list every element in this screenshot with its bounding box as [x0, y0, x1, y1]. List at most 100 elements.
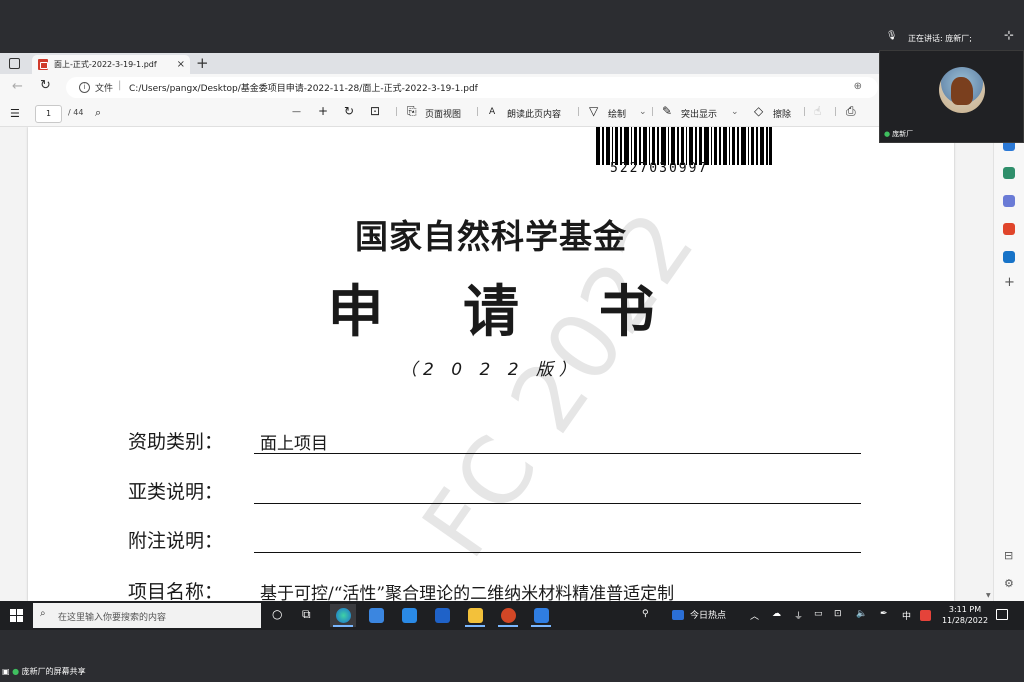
draw-button[interactable]: 绘制 [608, 107, 626, 120]
print-icon[interactable]: ⎙ [846, 104, 856, 119]
chevron-up-icon[interactable]: ︿ [750, 609, 759, 622]
vertical-scrollbar[interactable]: ▼ [985, 127, 993, 601]
video-tile[interactable]: ● 庞新厂 [879, 50, 1024, 143]
scroll-down-arrow-icon[interactable]: ▼ [986, 592, 991, 599]
outlook-icon[interactable] [1003, 251, 1015, 263]
speaker-status-text: 正在讲话: 庞新厂; [908, 34, 972, 43]
url-text[interactable]: C:/Users/pangx/Desktop/基金委项目申请-2022-11-2… [129, 81, 478, 94]
info-icon[interactable]: i [79, 82, 90, 93]
reload-icon[interactable]: ↻ [40, 78, 51, 93]
taskbar-app-meeting[interactable] [528, 604, 554, 627]
pdf-page: 5227030997 FC 2022 国家自然科学基金 申 请 书 （2 0 2… [28, 127, 954, 601]
windows-taskbar: ⌕ 在这里输入你要搜索的内容 ○ ⧉ ⚲ 今日热点 ︿ ☁ ⏚ ▭ ⊡ 🔈 ✒ … [0, 601, 1024, 630]
add-icon[interactable]: + [1004, 275, 1015, 290]
page-total: / 44 [68, 108, 84, 117]
zoom-in-button[interactable]: + [318, 104, 328, 118]
ime-indicator[interactable]: 中 [902, 609, 911, 622]
page-number-input[interactable]: 1 [35, 105, 62, 123]
taskbar-app-edge[interactable] [330, 604, 356, 627]
field-value-project-name: 基于可控/“活性”聚合理论的二维纳米材料精准普适定制 [260, 584, 675, 601]
toolbar-divider: | [834, 107, 838, 117]
cortana-icon[interactable]: ○ [272, 607, 282, 621]
chevron-down-icon[interactable]: ⌄ [639, 107, 647, 117]
read-aloud-icon[interactable]: A [489, 107, 495, 117]
edge-icon [336, 608, 351, 623]
pen-icon[interactable]: ✒ [880, 609, 888, 619]
mail-icon [402, 608, 417, 623]
draw-icon[interactable]: ▽ [589, 104, 598, 118]
address-bar: ← ↻ i 文件 | C:/Users/pangx/Desktop/基金委项目申… [0, 74, 1024, 101]
taskbar-app-store[interactable] [363, 604, 389, 627]
field-label-funding-type: 资助类别： [128, 431, 224, 453]
back-arrow-icon[interactable]: ← [12, 79, 23, 94]
eraser-icon[interactable]: ◇ [754, 104, 763, 118]
speaker-avatar-icon: 🎙 [886, 31, 898, 41]
people-icon[interactable]: ⚲ [642, 609, 649, 619]
url-prefix: 文件 [95, 84, 114, 94]
pdf-viewer[interactable]: 5227030997 FC 2022 国家自然科学基金 申 请 书 （2 0 2… [0, 127, 993, 601]
touch-icon[interactable]: ☝ [814, 104, 821, 118]
taskbar-search-box[interactable]: ⌕ 在这里输入你要搜索的内容 [33, 603, 261, 628]
games-icon[interactable] [1003, 195, 1015, 207]
contents-icon[interactable]: ☰ [10, 107, 20, 120]
input-method-icon[interactable] [920, 610, 931, 621]
taskbar-app-powerpoint[interactable] [495, 604, 521, 627]
page-view-icon[interactable]: ⎘ [407, 104, 417, 119]
search-icon: ⌕ [40, 608, 46, 619]
horse-image [951, 77, 973, 105]
toolbar-divider: | [577, 107, 581, 117]
usb-icon[interactable]: ⏚ [794, 609, 803, 622]
microphone-icon: ● [884, 130, 891, 138]
page-view-button[interactable]: 页面视图 [425, 107, 461, 120]
new-tab-button[interactable]: + [196, 53, 209, 73]
office-icon[interactable] [1003, 223, 1015, 235]
taskbar-clock[interactable]: 3:11 PM 11/28/2022 [938, 604, 992, 626]
read-aloud-button[interactable]: 朗读此页内容 [507, 107, 561, 120]
taskbar-app-explorer[interactable] [462, 604, 488, 627]
news-icon [672, 610, 684, 620]
field-value-funding-type: 面上项目 [260, 434, 328, 454]
battery-icon[interactable]: ▭ [814, 609, 823, 619]
active-indicator [498, 625, 518, 627]
meeting-app-icon [534, 608, 549, 623]
barcode-image [596, 127, 772, 165]
settings-gear-icon[interactable]: ⚙ [1004, 577, 1014, 590]
erase-button[interactable]: 擦除 [773, 107, 791, 120]
tools-icon[interactable] [1003, 167, 1015, 179]
sidebar-toggle-icon[interactable]: ⊟ [1004, 549, 1013, 562]
avatar [939, 67, 985, 113]
clock-date: 11/28/2022 [941, 616, 989, 625]
tab-actions-icon[interactable] [9, 58, 20, 69]
field-label-notes: 附注说明： [128, 530, 224, 552]
folder-icon [468, 608, 483, 623]
windows-start-icon[interactable] [10, 609, 23, 622]
chevron-down-icon[interactable]: ⌄ [731, 107, 739, 117]
news-widget[interactable]: 今日热点 [672, 608, 726, 621]
tab-close-icon[interactable]: × [177, 55, 185, 74]
task-view-icon[interactable]: ⧉ [302, 607, 311, 622]
url-field[interactable]: i 文件 | C:/Users/pangx/Desktop/基金委项目申请-20… [66, 77, 878, 98]
tab-pdf[interactable]: 面上-正式-2022-3-19-1.pdf × [32, 55, 190, 74]
network-icon[interactable]: ⊡ [834, 609, 842, 619]
fit-page-icon[interactable]: ⊡ [370, 104, 380, 118]
volume-icon[interactable]: 🔈 [856, 609, 867, 619]
highlight-icon[interactable]: ✎ [662, 104, 672, 118]
field-label-project-name: 项目名称： [128, 581, 224, 601]
search-icon[interactable]: ⌕ [95, 106, 101, 120]
zoom-icon[interactable]: ⊕ [854, 81, 862, 92]
field-underline [254, 453, 861, 454]
zoom-out-button[interactable]: — [292, 107, 301, 117]
active-indicator [333, 625, 353, 627]
document-version: （2 0 2 2 版） [400, 360, 582, 380]
taskbar-app-sigma[interactable] [429, 604, 455, 627]
clock-time: 3:11 PM [948, 605, 982, 614]
toolbar-divider: | [476, 107, 480, 117]
rotate-icon[interactable]: ↻ [344, 104, 354, 118]
active-indicator [465, 625, 485, 627]
taskbar-app-mail[interactable] [396, 604, 422, 627]
highlight-button[interactable]: 突出显示 [681, 107, 717, 120]
pdf-file-icon [38, 59, 48, 70]
notification-icon[interactable] [996, 609, 1008, 620]
onedrive-icon[interactable]: ☁ [772, 609, 781, 619]
edge-sidebar: + ⊟ ⚙ [993, 91, 1024, 601]
